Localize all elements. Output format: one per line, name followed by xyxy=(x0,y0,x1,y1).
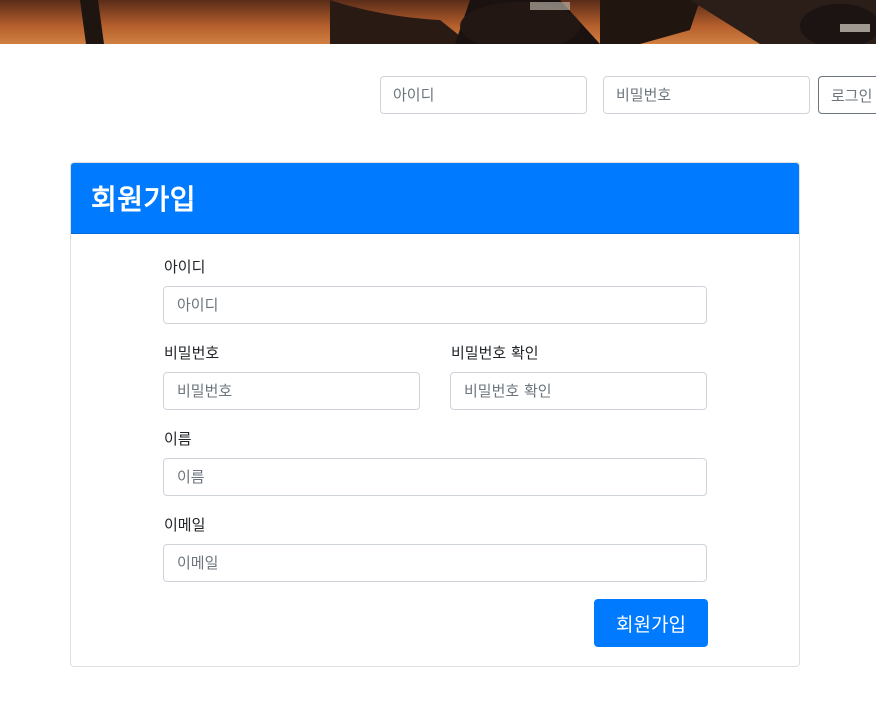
signup-card-header: 회원가입 xyxy=(71,163,799,234)
banner-photo xyxy=(0,0,876,44)
id-label: 아이디 xyxy=(164,258,206,276)
header-banner-image xyxy=(0,0,876,44)
signup-submit-button[interactable]: 회원가입 xyxy=(594,599,708,647)
password-confirm-input[interactable] xyxy=(450,372,707,410)
signup-card: 회원가입 아이디 비밀번호 비밀번호 확인 이름 이메일 회원가입 xyxy=(70,162,800,667)
name-input[interactable] xyxy=(163,458,707,496)
signup-title: 회원가입 xyxy=(91,183,197,216)
id-input[interactable] xyxy=(163,286,707,324)
email-input[interactable] xyxy=(163,544,707,582)
password-input[interactable] xyxy=(163,372,420,410)
header-id-input[interactable] xyxy=(380,76,587,114)
header-password-input[interactable] xyxy=(603,76,810,114)
name-label: 이름 xyxy=(164,430,192,448)
password-confirm-label: 비밀번호 확인 xyxy=(451,344,539,362)
page: 로그인 회원가입 아이디 비밀번호 비밀번호 확인 이름 이메일 회원가입 xyxy=(0,0,876,715)
password-label: 비밀번호 xyxy=(164,344,220,362)
login-button[interactable]: 로그인 xyxy=(818,76,876,114)
email-label: 이메일 xyxy=(164,516,206,534)
